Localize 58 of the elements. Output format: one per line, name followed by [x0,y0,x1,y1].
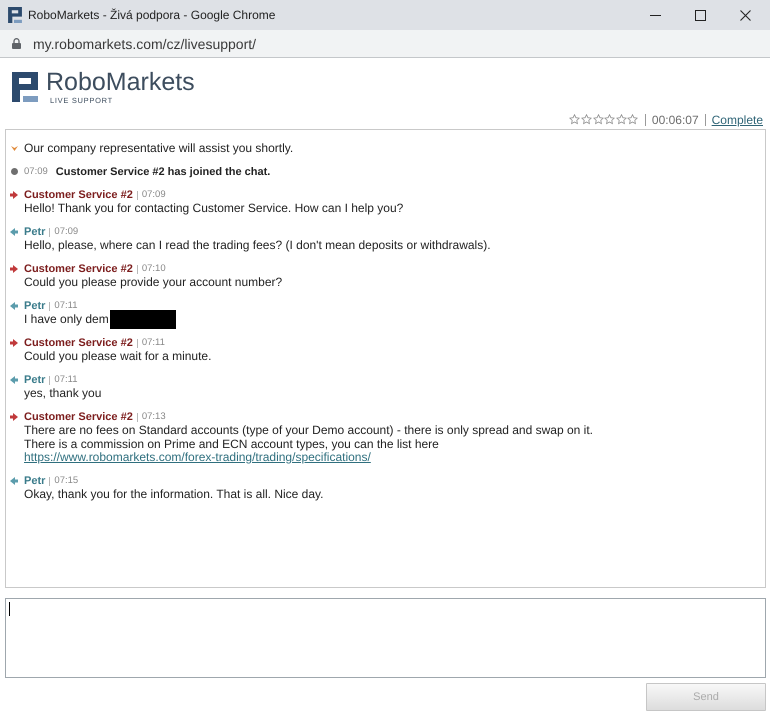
message-text: Could you please wait for a minute. [24,349,212,363]
logo-icon [8,7,22,23]
author-name: Customer Service #2 [24,188,133,202]
event-time: 07:09 [24,164,48,178]
author-name: Petr [24,373,46,387]
star-icon[interactable] [592,114,604,125]
message-time: 07:09 [54,225,78,239]
message-text: Hello, please, where can I read the trading fees? (I don't mean deposits or withdrawals). [24,238,491,252]
chat-timer: 00:06:07 [652,112,699,126]
complete-link[interactable]: Complete [712,112,763,126]
message-time: 07:13 [142,410,166,424]
arrow-icon [10,413,18,421]
star-icon[interactable] [627,114,638,125]
maximize-icon[interactable] [695,10,706,20]
author-name: Petr [24,474,46,488]
arrow-icon [10,302,18,310]
author-name: Petr [24,225,46,239]
logo-icon [12,72,38,102]
message-text: Okay, thank you for the information. That is all. Nice day. [24,487,324,501]
system-notice: Our company representative will assist you shortly. [24,141,294,155]
message-time: 07:10 [142,262,166,276]
arrow-icon [10,191,18,199]
text-cursor-icon [9,602,10,616]
message-text: There are no fees on Standard accounts (type of your Demo account) - there is only spread and swap on it. [24,423,593,437]
message-text: yes, thank you [24,386,102,400]
star-icon[interactable] [604,114,616,125]
author-name: Petr [24,299,46,313]
arrow-icon [10,339,18,347]
message-text: Hello! Thank you for contacting Customer Service. How can I help you? [24,201,404,215]
logo-text: RoboMarkets [46,69,195,96]
message-time: 07:11 [54,373,78,387]
message-time: 07:09 [142,188,166,202]
close-icon[interactable] [740,10,751,20]
author-name: Customer Service #2 [24,410,133,424]
message-text: Could you please provide your account number? [24,275,282,289]
message-time: 07:11 [142,336,165,350]
dot-icon [10,168,18,175]
message-link[interactable]: https://www.robomarkets.com/forex-trading/trading/specifications/ [24,450,371,464]
star-icon[interactable] [616,114,627,125]
arrow-icon [10,477,18,485]
message-text: There is a commission on Prime and ECN account types, you can the list here https://www.robomarkets.com/forex-trading/trading/specifications/ [24,436,439,464]
address-url[interactable]: my.robomarkets.com/cz/livesupport/ [33,36,256,52]
author-name: Customer Service #2 [24,262,133,276]
message-input[interactable] [5,598,766,678]
event-text: Customer Service #2 has joined the chat. [56,164,270,178]
star-icon[interactable] [569,114,580,125]
arrow-icon [10,228,18,236]
arrow-icon [10,265,18,273]
star-icon[interactable] [580,114,592,125]
star-rating[interactable] [569,114,639,125]
message-text: I have only dem [24,312,109,326]
lock-icon [12,38,21,49]
caret-icon [10,146,18,151]
arrow-icon [10,376,18,384]
author-name: Customer Service #2 [24,336,133,350]
window-title: RoboMarkets - Živá podpora - Google Chrome [28,8,276,22]
message-time: 07:11 [54,299,78,313]
message-time: 07:15 [54,474,78,488]
